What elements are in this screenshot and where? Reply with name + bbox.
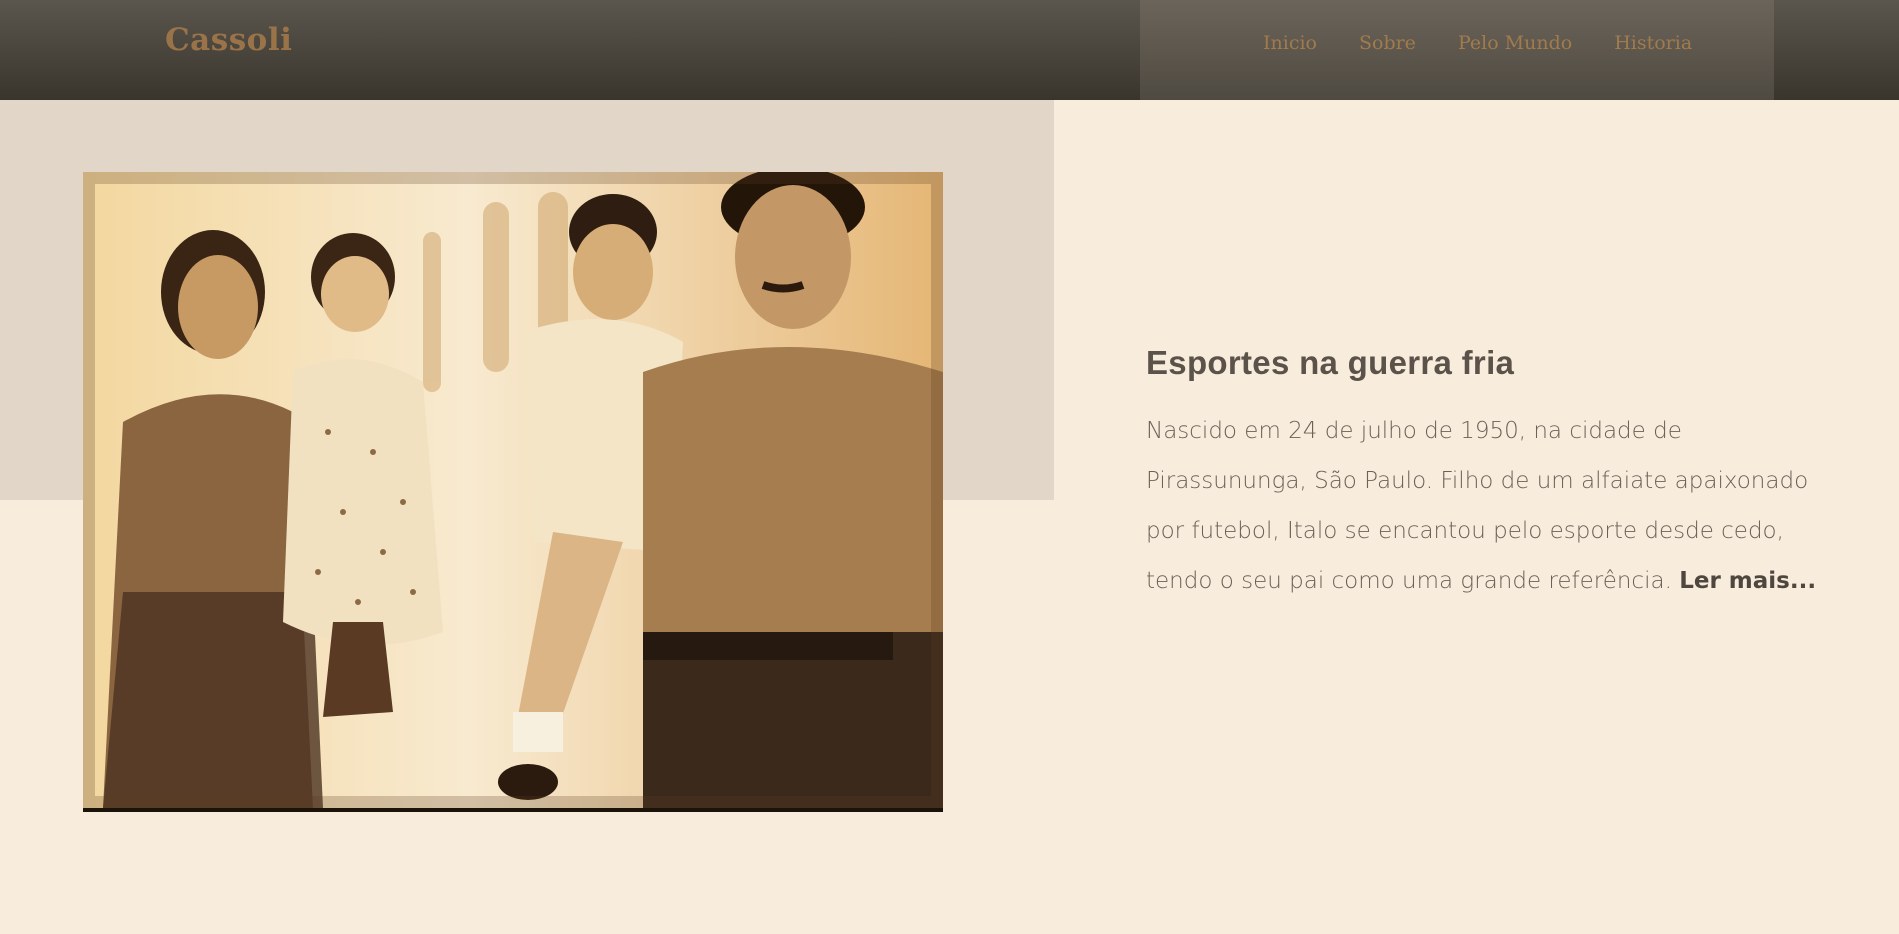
family-photo xyxy=(83,172,943,812)
main-nav: Inicio Sobre Pelo Mundo Historia xyxy=(1140,0,1774,100)
nav-item-inicio[interactable]: Inicio xyxy=(1263,32,1317,54)
read-more-link[interactable]: Ler mais... xyxy=(1679,568,1816,594)
site-header: Cassoli Inicio Sobre Pelo Mundo Historia xyxy=(0,0,1899,100)
nav-item-pelo-mundo[interactable]: Pelo Mundo xyxy=(1458,32,1572,54)
article-title: Esportes na guerra fria xyxy=(1146,344,1515,381)
nav-item-historia[interactable]: Historia xyxy=(1614,32,1692,54)
article-body: Nascido em 24 de julho de 1950, na cidad… xyxy=(1146,406,1826,606)
brand-logo[interactable]: Cassoli xyxy=(165,22,292,58)
article-section: Esportes na guerra fria Nascido em 24 de… xyxy=(1146,344,1826,606)
nav-item-sobre[interactable]: Sobre xyxy=(1359,32,1416,54)
